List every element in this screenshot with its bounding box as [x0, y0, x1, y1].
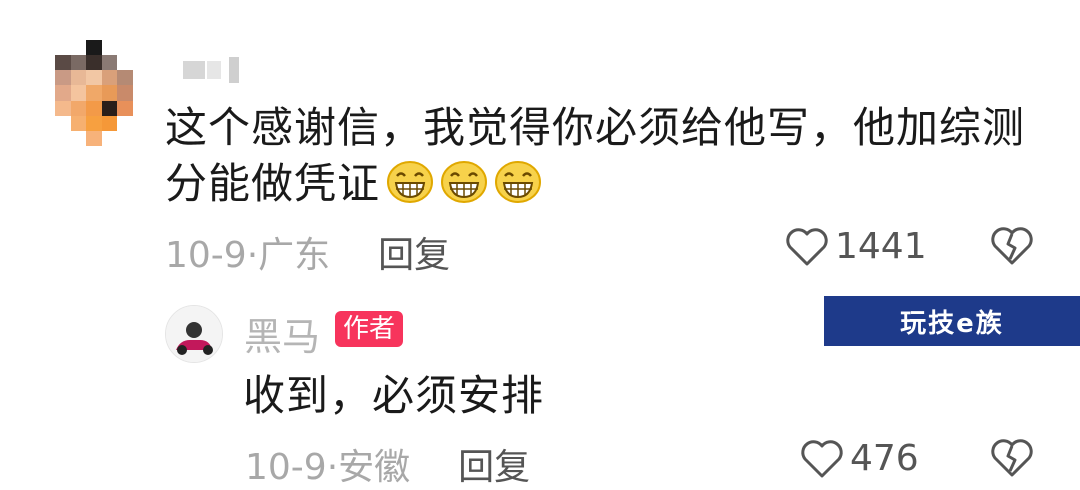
- broken-heart-icon: [991, 227, 1033, 265]
- watermark-logo: 玩技e族: [824, 296, 1080, 346]
- reply-dislike-button[interactable]: [990, 438, 1034, 482]
- grinning-face-icon: [386, 160, 434, 204]
- comment-body: 这个感谢信，我觉得你必须给他写，他加综测分能做凭证: [165, 103, 1026, 208]
- reply-author-name[interactable]: 黑马: [244, 306, 320, 361]
- meta-separator: ·: [326, 447, 339, 488]
- broken-heart-icon: [991, 439, 1033, 477]
- comment-date: 10-9: [165, 235, 247, 276]
- reply-text: 收到，必须安排: [243, 371, 545, 420]
- heart-icon: [786, 227, 828, 265]
- reply-date: 10-9: [245, 447, 327, 488]
- reply-like-button[interactable]: 476: [800, 438, 919, 479]
- commenter-username-blurred[interactable]: [183, 55, 263, 85]
- comment-dislike-button[interactable]: [990, 226, 1034, 270]
- reply-location: 安徽: [338, 447, 411, 488]
- heart-icon: [801, 439, 843, 477]
- reply-like-count: 476: [850, 438, 919, 479]
- comment-text: 这个感谢信，我觉得你必须给他写，他加综测分能做凭证: [165, 100, 1045, 212]
- grinning-face-icon: [494, 160, 542, 204]
- comment-location: 广东: [258, 235, 331, 276]
- grinning-face-icon: [440, 160, 488, 204]
- author-badge: 作者: [335, 311, 404, 347]
- reply-author-avatar[interactable]: [165, 305, 223, 363]
- comment-like-button[interactable]: 1441: [785, 226, 927, 267]
- comment-like-count: 1441: [835, 226, 927, 267]
- reply-meta: 10-9·安徽 回复: [245, 438, 530, 490]
- comment-reply-button[interactable]: 回复: [378, 235, 450, 276]
- reply-reply-button[interactable]: 回复: [458, 447, 530, 488]
- meta-separator: ·: [246, 235, 259, 276]
- commenter-avatar[interactable]: [55, 40, 148, 146]
- comment-meta: 10-9·广东 回复: [165, 226, 450, 278]
